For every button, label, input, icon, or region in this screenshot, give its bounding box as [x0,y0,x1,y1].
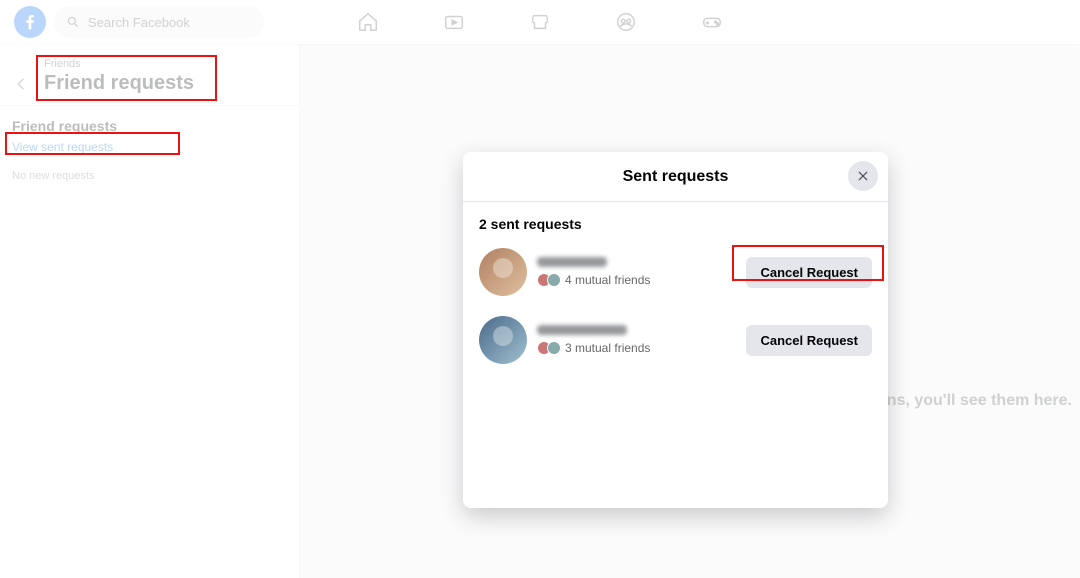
page-title: Friend requests [44,72,287,95]
dialog-title: Sent requests [623,168,729,186]
sent-request-row: 4 mutual friends Cancel Request [463,242,888,310]
center-nav [357,0,723,44]
arrow-left-icon [13,75,31,93]
avatar[interactable] [479,316,527,364]
request-info: 3 mutual friends [537,325,736,355]
sent-count-label: 2 sent requests [463,202,888,242]
watch-icon[interactable] [443,11,465,33]
top-nav: Search Facebook [0,0,1080,44]
marketplace-icon[interactable] [529,11,551,33]
user-name-redacted[interactable] [537,325,627,335]
groups-icon[interactable] [615,11,637,33]
request-info: 4 mutual friends [537,257,736,287]
gaming-icon[interactable] [701,11,723,33]
search-input[interactable]: Search Facebook [54,6,264,38]
dialog-header: Sent requests [463,152,888,202]
sidebar-header: Friends Friend requests [0,52,299,106]
section-title: Friend requests [0,106,299,138]
sent-request-row: 3 mutual friends Cancel Request [463,310,888,378]
cancel-request-button[interactable]: Cancel Request [746,325,872,356]
mutual-friends[interactable]: 3 mutual friends [537,341,736,355]
facebook-logo-icon [20,12,40,32]
background-empty-state-text: ns, you'll see them here. [887,392,1072,410]
back-button[interactable] [12,74,32,94]
mutual-friends-text: 4 mutual friends [565,273,650,287]
mutual-friends-text: 3 mutual friends [565,341,650,355]
user-name-redacted[interactable] [537,257,607,267]
facebook-logo[interactable] [14,6,46,38]
mutual-avatars-icon [537,273,561,287]
view-sent-requests-link[interactable]: View sent requests [0,138,299,160]
search-icon [66,15,80,29]
sent-requests-dialog: Sent requests 2 sent requests 4 mutual f… [463,152,888,508]
no-new-requests-text: No new requests [0,160,299,192]
mutual-avatars-icon [537,341,561,355]
cancel-request-button[interactable]: Cancel Request [746,257,872,288]
avatar[interactable] [479,248,527,296]
sidebar: Friends Friend requests Friend requests … [0,44,300,578]
breadcrumb[interactable]: Friends [44,58,287,70]
home-icon[interactable] [357,11,379,33]
mutual-friends[interactable]: 4 mutual friends [537,273,736,287]
close-button[interactable] [848,161,878,191]
search-placeholder: Search Facebook [88,15,190,30]
close-icon [856,169,870,183]
